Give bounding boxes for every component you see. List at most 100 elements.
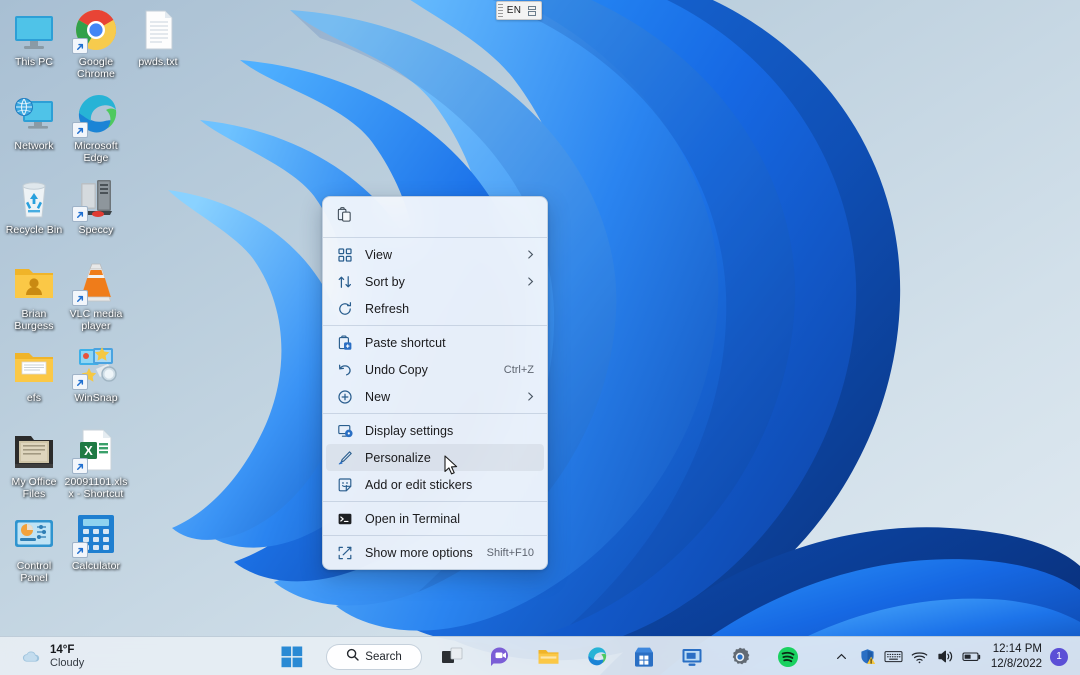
- recycle-bin-icon: [10, 174, 58, 222]
- google-chrome-icon: [72, 6, 120, 54]
- vlc-media-player-icon: [72, 258, 120, 306]
- menu-item-open-in-terminal[interactable]: Open in Terminal: [326, 505, 544, 532]
- settings-button[interactable]: [720, 639, 760, 674]
- search-icon: [346, 648, 359, 666]
- menu-item-accelerator: Ctrl+Z: [503, 363, 534, 376]
- folder-icon: [10, 342, 58, 390]
- menu-item-label: Show more options: [365, 545, 473, 560]
- clock-time: 12:14 PM: [992, 643, 1042, 656]
- personalize-brush-icon: [336, 449, 354, 467]
- shortcut-arrow-badge: [72, 374, 88, 390]
- desktop-icon-label: 20091101.xlsx - Shortcut: [64, 476, 128, 500]
- battery-icon[interactable]: [959, 640, 985, 674]
- desktop-icon-my-office-files[interactable]: My Office Files: [2, 426, 66, 500]
- windows-desktop: This PC Google Chrome pwds.txt Network M…: [0, 0, 1080, 675]
- desktop-icon-pwds-txt[interactable]: pwds.txt: [126, 6, 190, 69]
- taskbar-search-button[interactable]: Search: [326, 643, 422, 670]
- menu-item-label: Open in Terminal: [365, 511, 461, 526]
- menu-item-new[interactable]: New: [326, 383, 544, 410]
- menu-item-add-or-edit-stickers[interactable]: Add or edit stickers: [326, 471, 544, 498]
- menu-item-show-more-options[interactable]: Show more options Shift+F10: [326, 539, 544, 566]
- menu-item-label: New: [365, 389, 391, 404]
- desktop-icon-vlc[interactable]: VLC media player: [64, 258, 128, 332]
- windows-security-icon[interactable]: [855, 640, 881, 674]
- notification-badge[interactable]: 1: [1050, 647, 1068, 666]
- volume-icon[interactable]: [933, 640, 959, 674]
- start-button[interactable]: [272, 639, 312, 674]
- desktop-icon-microsoft-edge[interactable]: Microsoft Edge: [64, 90, 128, 164]
- refresh-icon: [336, 300, 354, 318]
- view-grid-icon: [336, 246, 354, 264]
- menu-item-label: Sort by: [365, 274, 405, 289]
- network-wifi-icon[interactable]: [907, 640, 933, 674]
- microsoft-store-button[interactable]: [624, 639, 664, 674]
- taskbar-system-tray: 12:14 PM 12/8/2022 1: [829, 637, 1074, 675]
- desktop-icon-label: Speccy: [78, 224, 114, 236]
- desktop-icon-calculator[interactable]: Calculator: [64, 510, 128, 573]
- file-explorer-button[interactable]: [528, 639, 568, 674]
- desktop-icon-network[interactable]: Network: [2, 90, 66, 153]
- context-menu-group-4: Open in Terminal: [323, 502, 547, 535]
- text-file-icon: [134, 6, 182, 54]
- remote-desktop-button[interactable]: [672, 639, 712, 674]
- desktop-icon-speccy[interactable]: Speccy: [64, 174, 128, 237]
- shortcut-arrow-badge: [72, 38, 88, 54]
- desktop-icon-efs-folder[interactable]: efs: [2, 342, 66, 405]
- clock-date: 12/8/2022: [990, 657, 1042, 670]
- menu-item-refresh[interactable]: Refresh: [326, 295, 544, 322]
- desktop-icon-label: WinSnap: [74, 392, 118, 404]
- desktop-context-menu[interactable]: View Sort by Refresh Paste shortcut Undo…: [322, 196, 548, 570]
- taskbar-clock[interactable]: 12:14 PM 12/8/2022: [985, 642, 1050, 671]
- desktop-icon-excel-shortcut[interactable]: X 20091101.xlsx - Shortcut: [64, 426, 128, 500]
- desktop-icon-label: My Office Files: [11, 476, 57, 500]
- context-menu-group-3: Display settings Personalize Add or edit…: [323, 414, 547, 501]
- menu-item-undo-copy[interactable]: Undo Copy Ctrl+Z: [326, 356, 544, 383]
- speccy-icon: [72, 174, 120, 222]
- menu-item-accelerator: Shift+F10: [486, 546, 534, 559]
- shortcut-arrow-badge: [72, 206, 88, 222]
- language-bar-code[interactable]: EN: [503, 5, 525, 16]
- desktop-icon-this-pc[interactable]: This PC: [2, 6, 66, 69]
- excel-file-icon: X: [72, 426, 120, 474]
- restore-window-icon[interactable]: [525, 4, 539, 18]
- desktop-icon-label: Brian Burgess: [14, 308, 54, 332]
- desktop-icon-label: Microsoft Edge: [74, 140, 118, 164]
- menu-item-label: Personalize: [365, 450, 431, 465]
- chevron-right-icon: [523, 275, 537, 289]
- language-bar[interactable]: EN: [496, 1, 542, 20]
- calculator-icon: [72, 510, 120, 558]
- winsnap-icon: [72, 342, 120, 390]
- touch-keyboard-icon[interactable]: [881, 640, 907, 674]
- menu-item-sort-by[interactable]: Sort by: [326, 268, 544, 295]
- chat-button[interactable]: [480, 639, 520, 674]
- menu-item-label: Refresh: [365, 301, 410, 316]
- shortcut-arrow-badge: [72, 290, 88, 306]
- show-more-options-icon: [336, 544, 354, 562]
- chevron-right-icon: [523, 248, 537, 262]
- context-menu-group-5: Show more options Shift+F10: [323, 536, 547, 569]
- clipboard-paste-icon[interactable]: [336, 206, 353, 228]
- desktop-icon-label: Calculator: [71, 560, 121, 572]
- desktop-icon-label: efs: [26, 392, 42, 404]
- desktop-icon-google-chrome[interactable]: Google Chrome: [64, 6, 128, 80]
- desktop-icon-winsnap[interactable]: WinSnap: [64, 342, 128, 405]
- show-hidden-icons-chevron[interactable]: [829, 640, 855, 674]
- menu-item-personalize[interactable]: Personalize: [326, 444, 544, 471]
- spotify-button[interactable]: [768, 639, 808, 674]
- control-panel-icon: [10, 510, 58, 558]
- menu-item-paste-shortcut[interactable]: Paste shortcut: [326, 329, 544, 356]
- desktop-icon-recycle-bin[interactable]: Recycle Bin: [2, 174, 66, 237]
- desktop-icon-control-panel[interactable]: Control Panel: [2, 510, 66, 584]
- menu-item-label: Add or edit stickers: [365, 477, 473, 492]
- task-view-button[interactable]: [432, 639, 472, 674]
- user-folder-icon: [10, 258, 58, 306]
- desktop-icon-label: Recycle Bin: [5, 224, 63, 236]
- menu-item-view[interactable]: View: [326, 241, 544, 268]
- desktop-icon-user-folder[interactable]: Brian Burgess: [2, 258, 66, 332]
- edge-button[interactable]: [576, 639, 616, 674]
- sort-arrows-icon: [336, 273, 354, 291]
- desktop-icon-label: Network: [14, 140, 54, 152]
- menu-item-display-settings[interactable]: Display settings: [326, 417, 544, 444]
- office-files-folder-icon: [10, 426, 58, 474]
- stickers-icon: [336, 476, 354, 494]
